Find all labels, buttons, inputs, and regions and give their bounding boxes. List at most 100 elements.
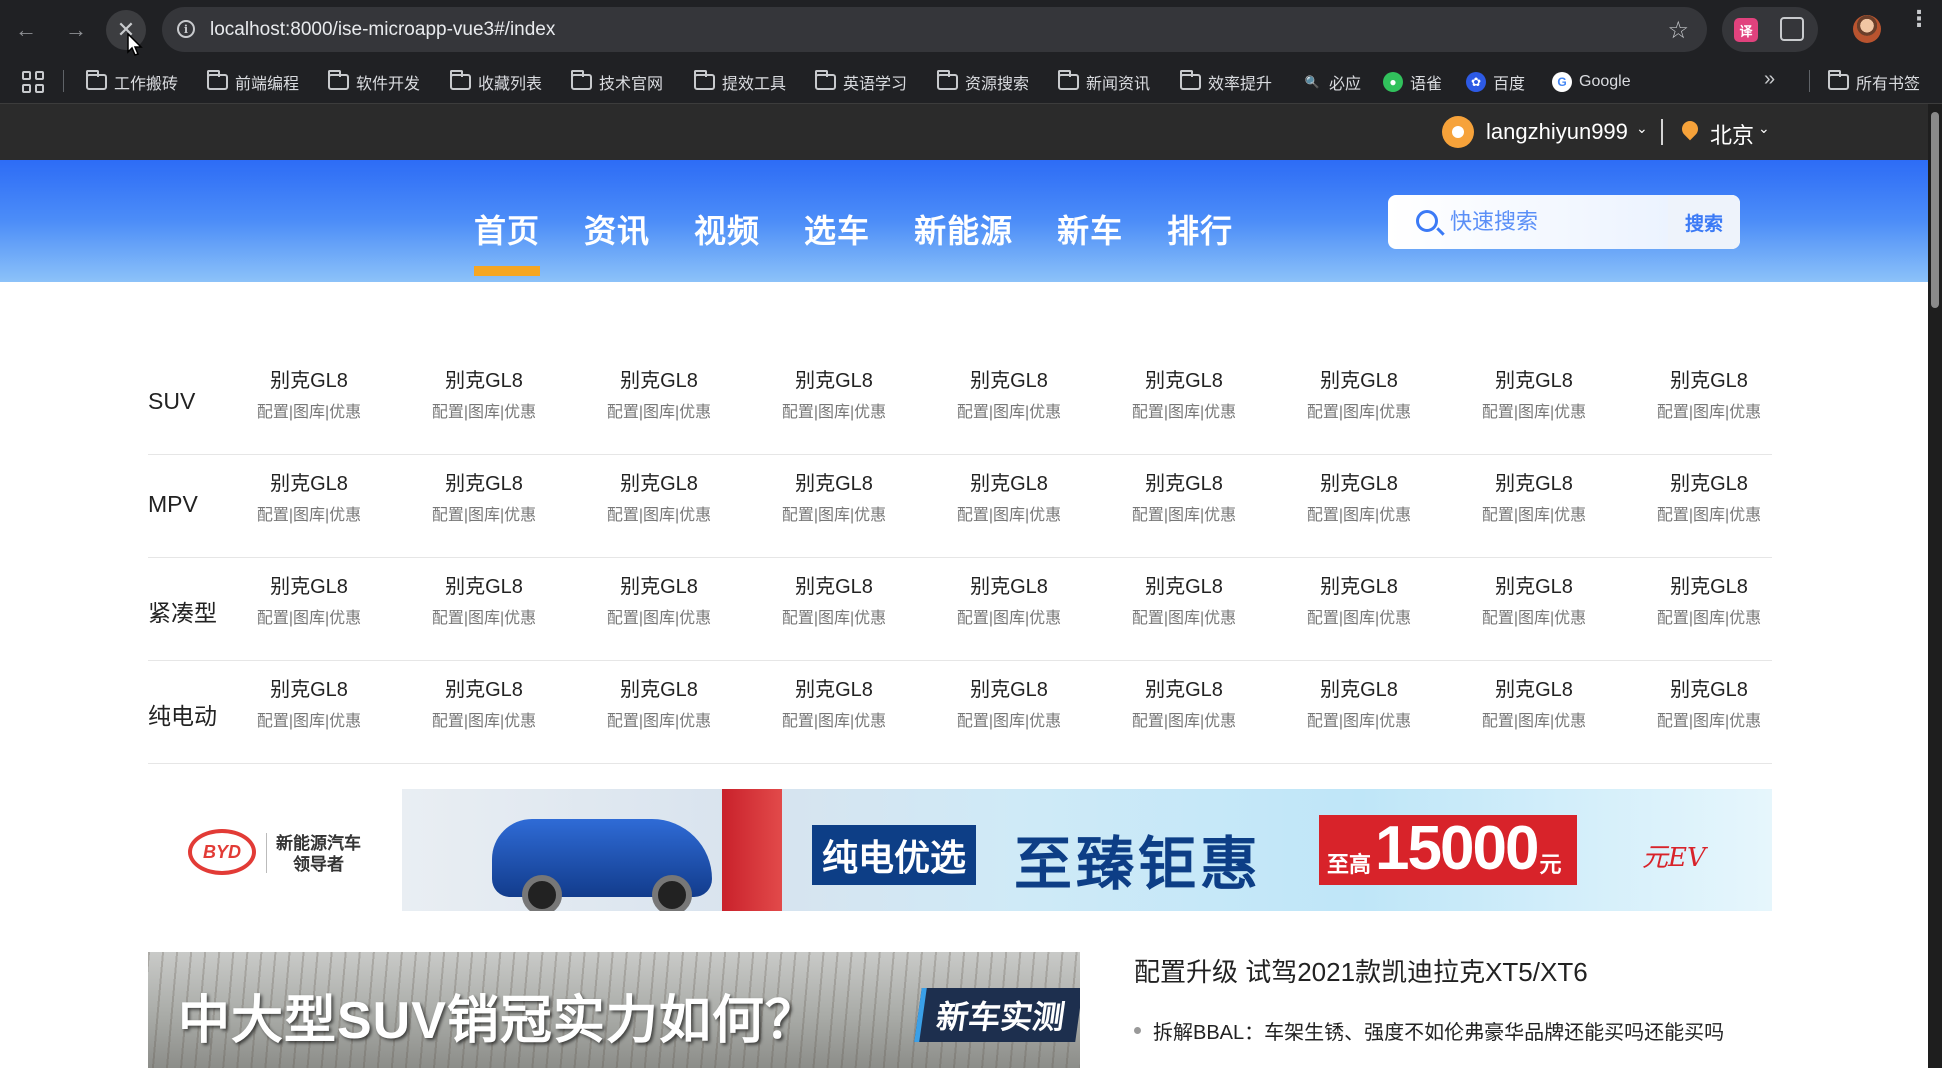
car-link-config[interactable]: 配置 <box>782 507 814 524</box>
car-link-gallery[interactable]: 图库 <box>1693 713 1725 730</box>
car-link-gallery[interactable]: 图库 <box>1518 713 1550 730</box>
car-link-discount[interactable]: 优惠 <box>1204 713 1236 730</box>
car-link-gallery[interactable]: 图库 <box>643 713 675 730</box>
car-link-config[interactable]: 配置 <box>257 713 289 730</box>
car-link-config[interactable]: 配置 <box>607 713 639 730</box>
car-model-name[interactable]: 别克GL8 <box>769 364 899 393</box>
car-link-config[interactable]: 配置 <box>607 610 639 627</box>
car-link-gallery[interactable]: 图库 <box>1168 713 1200 730</box>
car-link-gallery[interactable]: 图库 <box>293 507 325 524</box>
category-label[interactable]: 纯电动 <box>148 697 217 731</box>
car-link-config[interactable]: 配置 <box>957 610 989 627</box>
car-link-discount[interactable]: 优惠 <box>1029 713 1061 730</box>
car-link-discount[interactable]: 优惠 <box>329 404 361 421</box>
browser-menu-icon[interactable]: ⋮ <box>1908 8 1930 30</box>
car-model-name[interactable]: 别克GL8 <box>594 673 724 702</box>
car-link-gallery[interactable]: 图库 <box>993 610 1025 627</box>
car-link-gallery[interactable]: 图库 <box>1168 610 1200 627</box>
search-button[interactable]: 搜索 <box>1668 195 1740 249</box>
car-link-discount[interactable]: 优惠 <box>1729 610 1761 627</box>
car-link-discount[interactable]: 优惠 <box>679 713 711 730</box>
car-model-name[interactable]: 别克GL8 <box>419 467 549 496</box>
nav-tab[interactable]: 选车 <box>804 206 870 252</box>
car-link-gallery[interactable]: 图库 <box>818 610 850 627</box>
car-model-name[interactable]: 别克GL8 <box>1119 364 1249 393</box>
car-link-gallery[interactable]: 图库 <box>468 610 500 627</box>
car-link-discount[interactable]: 优惠 <box>329 507 361 524</box>
car-model-name[interactable]: 别克GL8 <box>769 467 899 496</box>
car-link-discount[interactable]: 优惠 <box>1029 507 1061 524</box>
car-link-gallery[interactable]: 图库 <box>293 713 325 730</box>
car-link-gallery[interactable]: 图库 <box>468 713 500 730</box>
car-link-discount[interactable]: 优惠 <box>504 610 536 627</box>
car-link-config[interactable]: 配置 <box>257 404 289 421</box>
car-link-discount[interactable]: 优惠 <box>1554 507 1586 524</box>
city-selector[interactable]: 北京 <box>1710 118 1754 150</box>
nav-tab[interactable]: 首页 <box>474 206 541 276</box>
car-link-gallery[interactable]: 图库 <box>1693 507 1725 524</box>
car-link-gallery[interactable]: 图库 <box>1168 404 1200 421</box>
bookmark-item[interactable]: 🔍 必应 <box>1302 70 1362 94</box>
car-model-name[interactable]: 别克GL8 <box>1119 467 1249 496</box>
car-link-config[interactable]: 配置 <box>432 404 464 421</box>
bookmark-item[interactable]: 工作搬砖 <box>86 70 178 94</box>
car-link-gallery[interactable]: 图库 <box>1693 404 1725 421</box>
car-link-discount[interactable]: 优惠 <box>1204 610 1236 627</box>
car-link-gallery[interactable]: 图库 <box>1693 610 1725 627</box>
bookmark-item[interactable]: ● 语雀 <box>1383 70 1442 94</box>
address-bar[interactable]: i localhost:8000/ise-microapp-vue3#/inde… <box>162 7 1707 52</box>
bookmark-item[interactable]: 前端编程 <box>207 70 299 94</box>
car-link-gallery[interactable]: 图库 <box>818 713 850 730</box>
car-link-gallery[interactable]: 图库 <box>1343 610 1375 627</box>
car-link-discount[interactable]: 优惠 <box>1729 404 1761 421</box>
category-label[interactable]: MPV <box>148 491 198 518</box>
car-model-name[interactable]: 别克GL8 <box>1644 364 1774 393</box>
car-link-discount[interactable]: 优惠 <box>679 404 711 421</box>
scrollbar-thumb[interactable] <box>1931 112 1939 308</box>
username-dropdown[interactable]: langzhiyun999 <box>1486 119 1628 145</box>
car-link-config[interactable]: 配置 <box>1132 507 1164 524</box>
more-bookmarks-icon[interactable]: » <box>1764 68 1775 91</box>
back-button[interactable]: ← <box>6 10 46 50</box>
car-model-name[interactable]: 别克GL8 <box>419 364 549 393</box>
car-model-name[interactable]: 别克GL8 <box>244 570 374 599</box>
car-link-gallery[interactable]: 图库 <box>1518 610 1550 627</box>
car-link-discount[interactable]: 优惠 <box>1204 507 1236 524</box>
car-link-config[interactable]: 配置 <box>1307 507 1339 524</box>
car-link-discount[interactable]: 优惠 <box>504 713 536 730</box>
car-link-gallery[interactable]: 图库 <box>1343 713 1375 730</box>
car-link-discount[interactable]: 优惠 <box>1554 404 1586 421</box>
nav-tab[interactable]: 新车 <box>1057 206 1123 252</box>
car-model-name[interactable]: 别克GL8 <box>944 673 1074 702</box>
apps-grid-icon[interactable] <box>22 71 44 93</box>
nav-tab[interactable]: 新能源 <box>914 206 1013 252</box>
nav-tab[interactable]: 视频 <box>694 206 760 252</box>
car-link-discount[interactable]: 优惠 <box>854 610 886 627</box>
car-link-discount[interactable]: 优惠 <box>1029 404 1061 421</box>
car-model-name[interactable]: 别克GL8 <box>1119 570 1249 599</box>
bookmark-item[interactable]: 收藏列表 <box>450 70 542 94</box>
car-link-config[interactable]: 配置 <box>432 507 464 524</box>
car-model-name[interactable]: 别克GL8 <box>1644 467 1774 496</box>
car-link-gallery[interactable]: 图库 <box>643 610 675 627</box>
car-model-name[interactable]: 别克GL8 <box>1644 570 1774 599</box>
car-link-config[interactable]: 配置 <box>432 713 464 730</box>
car-link-discount[interactable]: 优惠 <box>854 404 886 421</box>
bookmark-item[interactable]: G Google <box>1552 70 1631 94</box>
car-link-config[interactable]: 配置 <box>432 610 464 627</box>
news-list-item[interactable]: 拆解BBAL：车架生锈、强度不如伦弗豪华品牌还能买吗还能买吗 <box>1134 1016 1724 1045</box>
car-link-gallery[interactable]: 图库 <box>468 404 500 421</box>
bookmark-item[interactable]: 资源搜索 <box>937 70 1029 94</box>
site-info-icon[interactable]: i <box>172 15 200 43</box>
bookmark-item[interactable]: 提效工具 <box>694 70 786 94</box>
car-link-gallery[interactable]: 图库 <box>818 507 850 524</box>
ad-banner[interactable]: BYD 新能源汽车 领导者 纯电优选 至臻钜惠 至高 15000 元 元EV <box>148 789 1772 911</box>
car-link-discount[interactable]: 优惠 <box>329 713 361 730</box>
forward-button[interactable]: → <box>56 10 96 50</box>
car-link-config[interactable]: 配置 <box>957 713 989 730</box>
car-link-config[interactable]: 配置 <box>782 610 814 627</box>
car-model-name[interactable]: 别克GL8 <box>419 570 549 599</box>
car-link-discount[interactable]: 优惠 <box>1379 713 1411 730</box>
car-model-name[interactable]: 别克GL8 <box>594 364 724 393</box>
page-scrollbar[interactable] <box>1928 104 1942 1068</box>
